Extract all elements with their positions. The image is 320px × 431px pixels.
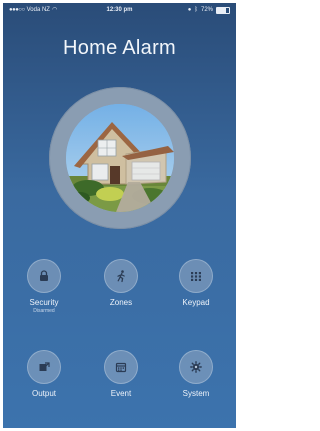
bluetooth-icon: ᛒ [194,7,198,13]
menu-item-keypad[interactable]: Keypad [161,259,231,307]
menu-item-zones[interactable]: Zones [86,259,156,307]
menu-item-label: System [182,389,210,398]
status-bar: ●●●○○ Voda NZ ◠ 12:30 pm ● ᛒ 72% [3,3,236,17]
house-photo [66,104,174,212]
battery-percent: 72% [200,7,213,13]
menu-item-label: Keypad [182,298,210,307]
menu-item-label: Output [31,389,56,398]
menu-item-label: Event [110,389,132,398]
output-svg [39,362,50,371]
running-person-svg [117,270,125,283]
house-photo-frame [49,87,191,229]
app-screen: ●●●○○ Voda NZ ◠ 12:30 pm ● ᛒ 72% Home Al… [3,3,236,428]
lock-svg [40,270,48,281]
output-icon [27,350,61,384]
menu-item-security[interactable]: Security Disarmed [9,259,79,314]
status-right: ● ᛒ 72% [188,3,230,17]
page-title: Home Alarm [62,37,177,59]
lock-icon [27,259,61,293]
running-person-icon [104,259,138,293]
menu-item-system[interactable]: System [161,350,231,398]
gear-svg [190,361,202,373]
menu-item-label: Security [29,298,59,307]
gear-icon [179,350,213,384]
battery-icon [216,6,230,14]
calendar-svg [115,362,127,373]
keypad-grid-icon [179,259,213,293]
menu-item-event[interactable]: Event [86,350,156,398]
keypad-svg [191,272,201,281]
menu-item-sublabel: Disarmed [33,308,55,314]
menu-item-output[interactable]: Output [9,350,79,398]
house-illustration [66,104,174,212]
location-icon: ● [187,7,192,13]
menu-item-label: Zones [109,298,133,307]
calendar-icon [104,350,138,384]
